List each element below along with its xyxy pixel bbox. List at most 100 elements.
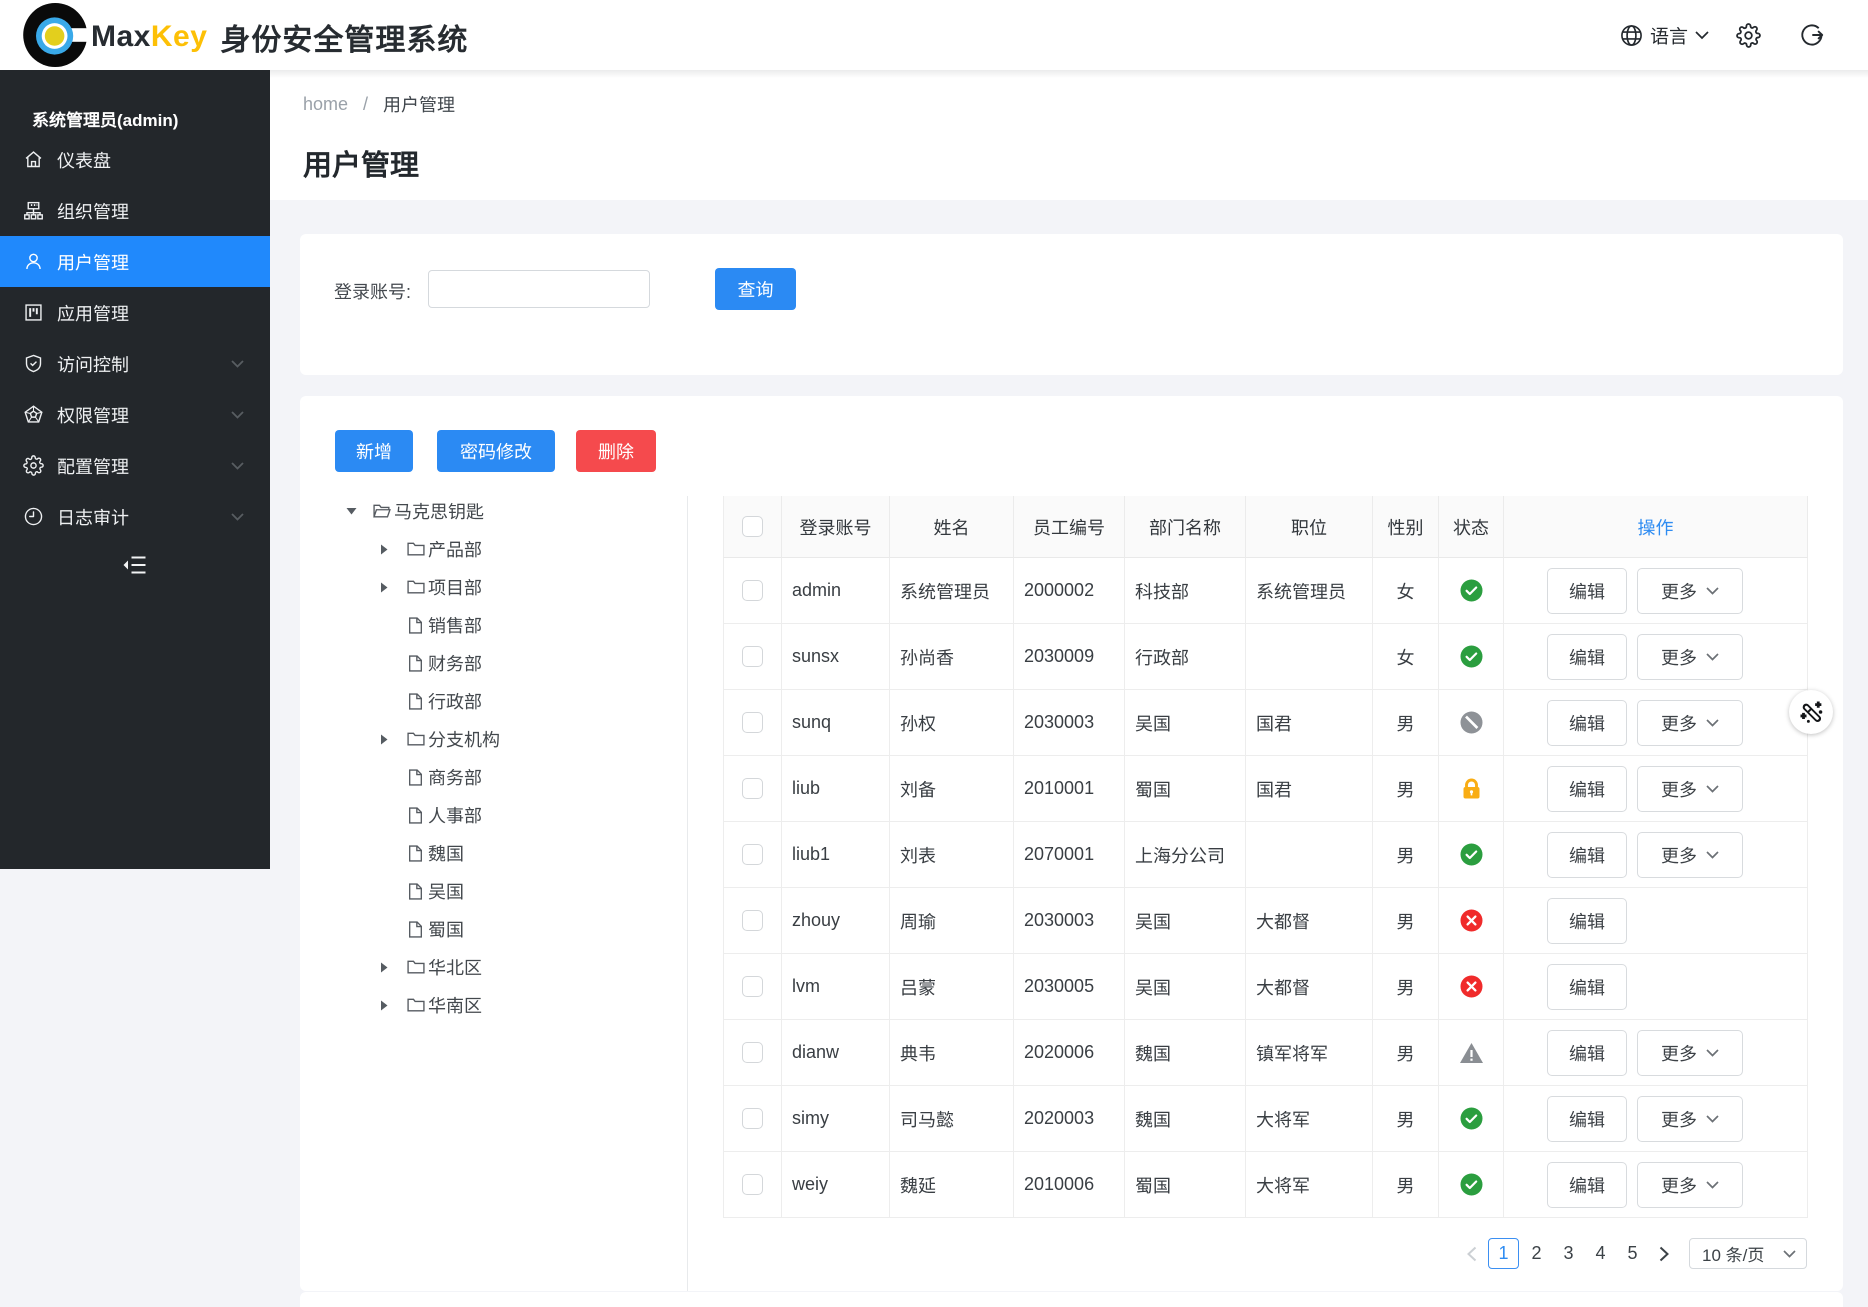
row-checkbox[interactable] [742, 976, 763, 997]
brand-key: Key [151, 20, 208, 54]
cell-account: dianw [782, 1020, 890, 1086]
add-button[interactable]: 新增 [335, 430, 413, 472]
table-row: liub刘备2010001蜀国国君男编辑更多 [723, 756, 1808, 822]
tree-node[interactable]: 销售部 [300, 606, 687, 644]
pagination-page-1[interactable]: 1 [1488, 1238, 1519, 1269]
pagination-page-2[interactable]: 2 [1521, 1238, 1552, 1269]
sidebar-item-configuration[interactable]: 配置管理 [0, 440, 270, 491]
row-checkbox[interactable] [742, 646, 763, 667]
chevron-down-icon [231, 462, 244, 470]
login-account-label: 登录账号: [334, 278, 411, 304]
row-checkbox[interactable] [742, 1108, 763, 1129]
tree-node[interactable]: 商务部 [300, 758, 687, 796]
more-button[interactable]: 更多 [1637, 634, 1743, 680]
file-icon [406, 845, 425, 862]
sidebar-item-applications[interactable]: 应用管理 [0, 287, 270, 338]
row-checkbox-cell [723, 822, 782, 888]
sidebar-item-organizations[interactable]: 组织管理 [0, 185, 270, 236]
file-icon [406, 883, 425, 900]
more-button[interactable]: 更多 [1637, 568, 1743, 614]
edit-button[interactable]: 编辑 [1547, 700, 1627, 746]
edit-button[interactable]: 编辑 [1547, 766, 1627, 812]
pagination-page-4[interactable]: 4 [1585, 1238, 1616, 1269]
caret-down-icon[interactable] [346, 499, 372, 523]
caret-right-icon[interactable] [380, 575, 406, 599]
tree-node[interactable]: 蜀国 [300, 910, 687, 948]
table-row: zhouy周瑜2030003吴国大都督男编辑 [723, 888, 1808, 954]
tree-switcher-placeholder [380, 803, 406, 827]
page-size-value: 10 条/页 [1702, 1241, 1764, 1266]
edit-button[interactable]: 编辑 [1547, 832, 1627, 878]
tree-node[interactable]: 马克思钥匙 [300, 492, 687, 530]
tree-node[interactable]: 行政部 [300, 682, 687, 720]
caret-right-icon[interactable] [380, 727, 406, 751]
pagination-next[interactable] [1649, 1238, 1680, 1269]
tree-node-label: 商务部 [428, 764, 482, 790]
tree-node[interactable]: 华南区 [300, 986, 687, 1024]
row-checkbox[interactable] [742, 1174, 763, 1195]
edit-button[interactable]: 编辑 [1547, 1162, 1627, 1208]
cell-gender: 男 [1373, 690, 1439, 756]
edit-button[interactable]: 编辑 [1547, 1096, 1627, 1142]
caret-right-icon[interactable] [380, 993, 406, 1017]
query-button[interactable]: 查询 [715, 268, 796, 310]
more-button[interactable]: 更多 [1637, 766, 1743, 812]
sidebar-item-access-control[interactable]: 访问控制 [0, 338, 270, 389]
tree-node[interactable]: 魏国 [300, 834, 687, 872]
sidebar-item-users[interactable]: 用户管理 [0, 236, 270, 287]
settings-gear-icon[interactable] [1736, 23, 1761, 48]
tree-node[interactable]: 产品部 [300, 530, 687, 568]
caret-right-icon[interactable] [380, 955, 406, 979]
sidebar-item-audit-log[interactable]: 日志审计 [0, 491, 270, 542]
tree-node[interactable]: 人事部 [300, 796, 687, 834]
cell-actions: 编辑更多 [1504, 624, 1808, 690]
language-menu[interactable]: 语言 [1620, 22, 1709, 49]
edit-button[interactable]: 编辑 [1547, 1030, 1627, 1076]
row-checkbox[interactable] [742, 778, 763, 799]
pagination-prev[interactable] [1456, 1238, 1487, 1269]
edit-button[interactable]: 编辑 [1547, 634, 1627, 680]
sidebar-item-permissions[interactable]: 权限管理 [0, 389, 270, 440]
login-account-input[interactable] [428, 270, 650, 308]
more-button[interactable]: 更多 [1637, 1096, 1743, 1142]
row-checkbox[interactable] [742, 712, 763, 733]
sidebar-item-label: 日志审计 [57, 504, 129, 530]
select-all-checkbox[interactable] [742, 516, 763, 537]
pagination-page-3[interactable]: 3 [1553, 1238, 1584, 1269]
edit-button[interactable]: 编辑 [1547, 568, 1627, 614]
logout-icon[interactable] [1800, 23, 1824, 47]
tree-node[interactable]: 华北区 [300, 948, 687, 986]
caret-right-icon[interactable] [380, 537, 406, 561]
magic-wand-fab[interactable] [1789, 690, 1833, 734]
column-header-position: 职位 [1246, 496, 1373, 558]
edit-button[interactable]: 编辑 [1547, 898, 1627, 944]
pagination-page-5[interactable]: 5 [1617, 1238, 1648, 1269]
cell-name: 刘备 [890, 756, 1014, 822]
sidebar-item-dashboard[interactable]: 仪表盘 [0, 134, 270, 185]
status-inactive-icon [1460, 909, 1483, 932]
more-button[interactable]: 更多 [1637, 1162, 1743, 1208]
sidebar-collapse-button[interactable] [0, 553, 270, 577]
delete-button[interactable]: 删除 [576, 430, 656, 472]
status-active-icon [1460, 843, 1483, 866]
table-row: lvm吕蒙2030005吴国大都督男编辑 [723, 954, 1808, 1020]
cell-position: 大将军 [1246, 1086, 1373, 1152]
row-checkbox[interactable] [742, 580, 763, 601]
tree-node[interactable]: 财务部 [300, 644, 687, 682]
more-button[interactable]: 更多 [1637, 832, 1743, 878]
row-checkbox-cell [723, 756, 782, 822]
breadcrumb-home[interactable]: home [303, 94, 348, 115]
edit-button[interactable]: 编辑 [1547, 964, 1627, 1010]
more-button[interactable]: 更多 [1637, 1030, 1743, 1076]
page-size-select[interactable]: 10 条/页 [1689, 1238, 1807, 1269]
cell-status [1439, 1020, 1504, 1086]
tree-node[interactable]: 吴国 [300, 872, 687, 910]
tree-node[interactable]: 项目部 [300, 568, 687, 606]
more-button[interactable]: 更多 [1637, 700, 1743, 746]
tree-node[interactable]: 分支机构 [300, 720, 687, 758]
row-checkbox[interactable] [742, 910, 763, 931]
row-checkbox[interactable] [742, 844, 763, 865]
change-password-button[interactable]: 密码修改 [437, 430, 555, 472]
cell-department: 吴国 [1125, 954, 1246, 1020]
row-checkbox[interactable] [742, 1042, 763, 1063]
